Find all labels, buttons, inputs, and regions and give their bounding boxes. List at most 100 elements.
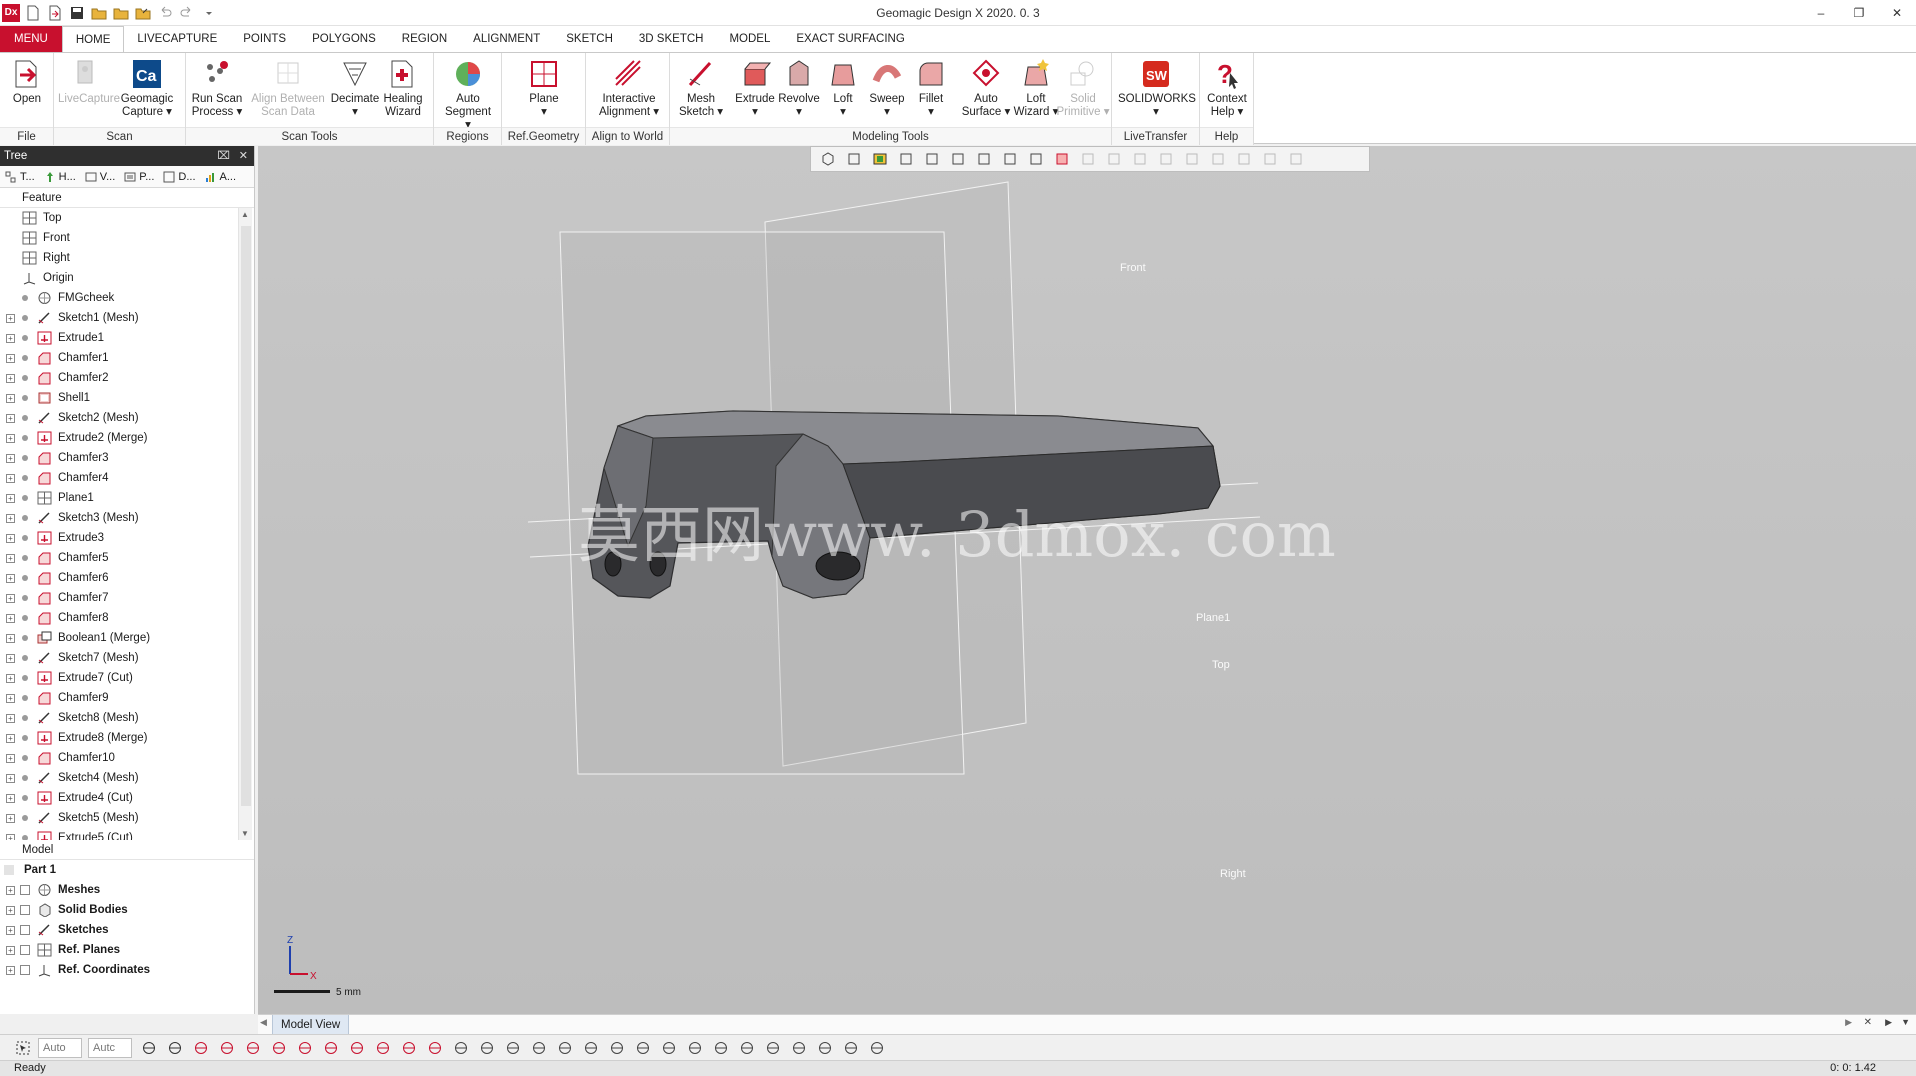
tab-points[interactable]: POINTS [230,26,299,52]
visibility-dot-icon[interactable] [22,615,28,621]
feature-item[interactable]: + Chamfer9 [0,688,254,708]
select-all-icon[interactable] [450,1038,472,1058]
expand-icon[interactable]: + [6,434,15,443]
feature-item[interactable]: + Plane1 [0,488,254,508]
point-display-icon[interactable] [190,1038,212,1058]
select-lasso-icon[interactable] [736,1038,758,1058]
filter-combo-2[interactable]: Autc [88,1037,132,1058]
model-item[interactable]: + Solid Bodies [0,900,254,920]
visibility-dot-icon[interactable] [22,535,28,541]
sketch-display-icon[interactable] [268,1038,290,1058]
expand-icon[interactable]: + [6,794,15,803]
feature-item[interactable]: + Shell1 [0,388,254,408]
visibility-dot-icon[interactable] [22,715,28,721]
panel-tab-accuracy[interactable]: A... [205,171,236,183]
feature-item[interactable]: + Extrude4 (Cut) [0,788,254,808]
align-icon[interactable] [840,1038,862,1058]
expand-icon[interactable]: + [6,374,15,383]
visibility-dot-icon[interactable] [22,375,28,381]
expand-icon[interactable]: + [6,574,15,583]
model-item[interactable]: + Ref. Planes [0,940,254,960]
open-recent-icon[interactable] [112,4,130,22]
feature-item[interactable]: Right [0,248,254,268]
visibility-checkbox[interactable] [20,925,30,935]
expand-icon[interactable]: + [6,514,15,523]
tab-model-view[interactable]: Model View [272,1015,350,1035]
visibility-checkbox[interactable] [20,905,30,915]
expand-icon[interactable]: + [6,334,15,343]
surface-display-icon[interactable] [320,1038,342,1058]
expand-icon[interactable]: + [6,926,15,935]
new-file-icon[interactable] [24,4,42,22]
scroll-thumb[interactable] [241,226,251,806]
select-region-icon[interactable] [684,1038,706,1058]
more-tools-icon[interactable] [866,1038,888,1058]
feature-item[interactable]: FMGcheek [0,288,254,308]
feature-item[interactable]: + Chamfer6 [0,568,254,588]
feature-item[interactable]: + Chamfer10 [0,748,254,768]
panel-tab-properties[interactable]: P... [124,171,154,183]
context-help-button[interactable]: ? Context Help ▾ [1200,57,1254,125]
pin-icon[interactable]: ⌧ [217,146,230,166]
ruler-icon[interactable] [788,1038,810,1058]
tab-livecapture[interactable]: LIVECAPTURE [124,26,230,52]
deviation-display-icon[interactable] [398,1038,420,1058]
model-item[interactable]: + Sketches [0,920,254,940]
feature-item[interactable]: + Extrude8 (Merge) [0,728,254,748]
open-folder-icon[interactable] [90,4,108,22]
expand-icon[interactable]: + [6,494,15,503]
selection-mode-icon[interactable] [12,1038,34,1058]
filter-combo-1[interactable]: Auto [38,1037,82,1058]
expand-icon[interactable]: + [6,886,15,895]
expand-icon[interactable]: + [6,734,15,743]
select-window-icon[interactable] [710,1038,732,1058]
measure-icon[interactable] [762,1038,784,1058]
view-menu-icon[interactable]: ▶ [1885,1017,1892,1028]
view-dropdown-icon[interactable]: ▼ [1901,1017,1910,1027]
feature-item[interactable]: + Extrude2 (Merge) [0,428,254,448]
select-curve-icon[interactable] [580,1038,602,1058]
feature-item[interactable]: + Chamfer5 [0,548,254,568]
feature-item[interactable]: + Extrude3 [0,528,254,548]
visibility-dot-icon[interactable] [22,495,28,501]
minimize-button[interactable]: – [1802,0,1840,26]
livecapture-button[interactable]: LiveCapture [58,57,120,125]
visibility-dot-icon[interactable] [22,815,28,821]
expand-icon[interactable]: + [6,674,15,683]
visibility-dot-icon[interactable] [22,635,28,641]
visibility-dot-icon[interactable] [22,555,28,561]
decimate-button[interactable]: Decimate ▾ [328,57,382,125]
expand-icon[interactable]: + [6,314,15,323]
expand-icon[interactable]: + [6,714,15,723]
visibility-checkbox[interactable] [20,885,30,895]
expand-icon[interactable]: + [6,966,15,975]
feature-item[interactable]: + Chamfer3 [0,448,254,468]
region-display-icon[interactable] [216,1038,238,1058]
model-item[interactable]: + Ref. Coordinates [0,960,254,980]
feature-item[interactable]: + Extrude5 (Cut) [0,828,254,840]
feature-item[interactable]: + Sketch4 (Mesh) [0,768,254,788]
close-view-icon[interactable]: ✕ [1864,1017,1872,1028]
visibility-dot-icon[interactable] [22,335,28,341]
feature-item[interactable]: + Extrude7 (Cut) [0,668,254,688]
feature-item[interactable]: + Boolean1 (Merge) [0,628,254,648]
feature-item[interactable]: + Extrude1 [0,328,254,348]
expand-icon[interactable]: + [6,414,15,423]
tab-polygons[interactable]: POLYGONS [299,26,389,52]
expand-icon[interactable]: + [6,654,15,663]
tab-scroll-right-icon[interactable]: ▶ [1845,1017,1852,1028]
expand-icon[interactable]: + [6,834,15,840]
wire-display-icon[interactable] [242,1038,264,1058]
tab-model[interactable]: MODEL [716,26,783,52]
select-vertex-icon[interactable] [554,1038,576,1058]
visibility-dot-icon[interactable] [22,795,28,801]
panel-tab-tree[interactable]: T... [5,171,35,183]
normal-display-icon[interactable] [372,1038,394,1058]
expand-icon[interactable]: + [6,946,15,955]
visibility-dot-icon[interactable] [22,595,28,601]
feature-item[interactable]: + Sketch5 (Mesh) [0,808,254,828]
tab-sketch[interactable]: SKETCH [553,26,626,52]
model-viewport[interactable]: Front Plane1 Top Right 莫西网www. 3dmox. co… [258,146,1916,1014]
panel-close-icon[interactable]: ✕ [239,146,248,166]
feature-item[interactable]: Front [0,228,254,248]
